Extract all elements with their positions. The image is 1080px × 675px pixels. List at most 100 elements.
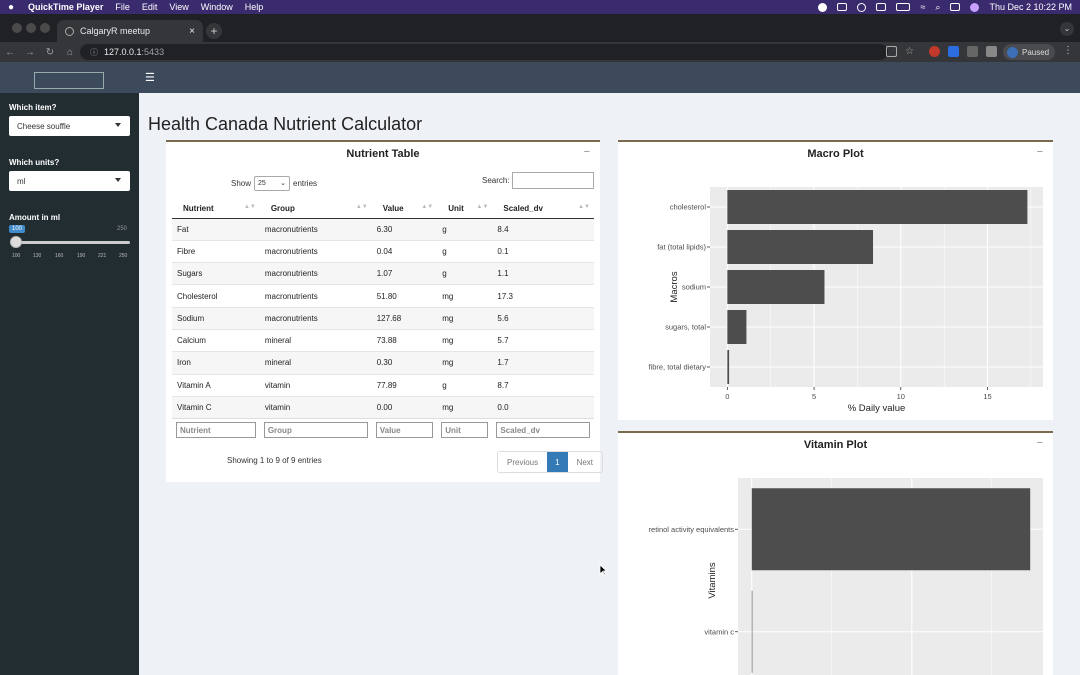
browser-toolbar: ← → ↻ ⌂ ⓘ 127.0.0.1 :5433 ☆ Paused ⋮ — [0, 42, 1080, 62]
wifi-icon[interactable]: ≈ — [920, 2, 925, 12]
slider-tick: 160 — [55, 253, 64, 259]
entries-select[interactable]: 25 ⌄ — [254, 176, 291, 191]
item-select[interactable]: Cheese souffle — [9, 116, 130, 136]
car-icon[interactable] — [876, 3, 887, 11]
timer-icon[interactable] — [857, 2, 867, 12]
cell-unit: g — [437, 239, 493, 263]
column-header-nutrient[interactable]: Nutrient ▲▼ — [172, 199, 260, 219]
search-label: Search: — [482, 176, 510, 185]
cell-unit: g — [437, 373, 493, 397]
cell-unit: mg — [437, 306, 493, 330]
column-header-value[interactable]: Value ▲▼ — [371, 199, 438, 219]
url-port: :5433 — [141, 47, 165, 57]
show-label: Show — [231, 179, 252, 188]
vitamin-plot: retinol activity equivalents vitamin c Vit… — [649, 478, 1043, 675]
display-icon[interactable] — [837, 3, 848, 11]
table-header-row: Nutrient ▲▼ Group ▲▼ Value ▲▼ Unit ▲▼ Scaled… — [172, 199, 594, 219]
window-minimize-icon[interactable] — [26, 23, 36, 33]
page-1-button[interactable]: 1 — [547, 452, 568, 472]
previous-page-button[interactable]: Previous — [498, 452, 547, 472]
slider-max-label: 250 — [117, 226, 128, 232]
sort-icon: ▲▼ — [578, 204, 590, 210]
filter-input-nutrient[interactable]: Nutrient — [176, 422, 256, 439]
menu-view[interactable]: View — [169, 2, 188, 12]
filter-input-value[interactable]: Value — [375, 422, 434, 439]
cell-value: 1.07 — [371, 262, 438, 285]
cell-group: vitamin — [259, 373, 372, 397]
reload-icon[interactable]: ↻ — [40, 47, 60, 58]
column-header-label: Unit — [448, 203, 464, 213]
cell-group: vitamin — [259, 395, 372, 419]
browser-menu-icon[interactable]: ⋮ — [1063, 45, 1073, 56]
next-page-button[interactable]: Next — [568, 452, 602, 472]
cell-value: 0.00 — [371, 395, 438, 419]
filter-input-scaled-dv[interactable]: Scaled_dv — [496, 422, 590, 439]
menu-window[interactable]: Window — [201, 2, 233, 12]
extension-new-icon[interactable] — [948, 46, 959, 57]
extensions-puzzle-icon[interactable] — [986, 46, 997, 57]
collapse-box-icon[interactable]: − — [584, 146, 590, 158]
extension-red-icon[interactable] — [929, 46, 940, 57]
filter-input-unit[interactable]: Unit — [441, 422, 489, 439]
control-center-icon[interactable] — [950, 3, 961, 11]
collapse-box-icon[interactable]: − — [1037, 437, 1043, 449]
share-icon[interactable] — [886, 46, 897, 57]
window-close-icon[interactable] — [12, 23, 22, 33]
menu-app-name[interactable]: QuickTime Player — [28, 2, 103, 12]
collapse-box-icon[interactable]: − — [1037, 146, 1043, 158]
sort-icon: ▲▼ — [355, 204, 368, 210]
y-axis-title: Vitamins — [707, 562, 718, 599]
filter-input-group[interactable]: Group — [263, 422, 368, 439]
shield-icon[interactable] — [967, 46, 978, 57]
menubar-clock[interactable]: Thu Dec 2 10:22 PM — [989, 2, 1072, 12]
chevron-down-icon — [115, 123, 121, 127]
siri-icon[interactable] — [970, 2, 980, 12]
apple-menu-icon[interactable]: ● — [8, 2, 18, 13]
amount-slider-track[interactable] — [16, 241, 130, 244]
home-icon[interactable]: ⌂ — [60, 47, 80, 58]
sort-icon: ▲▼ — [421, 204, 434, 210]
y-tick-label: retinol activity equivalents — [649, 525, 735, 534]
forward-arrow-icon[interactable]: → — [20, 47, 40, 58]
column-header-group[interactable]: Group ▲▼ — [259, 199, 372, 219]
bar — [727, 190, 1028, 224]
battery-icon[interactable] — [896, 3, 911, 11]
cell-group: macronutrients — [259, 306, 372, 330]
y-axis-title: Macros — [669, 271, 680, 302]
box-title: Vitamin Plot — [803, 439, 868, 451]
profile-button[interactable]: Paused — [1003, 44, 1055, 60]
cell-nutrient: Fat — [172, 217, 260, 241]
amount-slider-handle[interactable] — [10, 236, 22, 248]
search-icon[interactable]: ⌕ — [935, 2, 940, 13]
close-tab-icon[interactable]: × — [189, 26, 195, 37]
cell-group: macronutrients — [259, 262, 372, 285]
cell-scaled-dv: 5.6 — [492, 306, 594, 330]
slider-tick: 221 — [98, 253, 107, 259]
slider-tick: 190 — [77, 253, 86, 259]
menu-file[interactable]: File — [115, 2, 130, 12]
site-info-icon[interactable]: ⓘ — [90, 47, 98, 58]
address-bar[interactable]: ⓘ 127.0.0.1 :5433 — [80, 44, 888, 60]
search-input[interactable] — [512, 172, 594, 189]
x-tick-label: 0 — [725, 392, 729, 401]
cell-nutrient: Sodium — [172, 306, 260, 330]
units-select[interactable]: ml — [9, 171, 130, 191]
sidebar-toggle-icon[interactable]: ☰ — [145, 71, 155, 84]
cell-scaled-dv: 1.7 — [492, 351, 594, 375]
bookmark-star-icon[interactable]: ☆ — [905, 46, 916, 57]
column-header-unit[interactable]: Unit ▲▼ — [437, 199, 493, 219]
screen-recording-icon[interactable] — [818, 2, 828, 12]
back-arrow-icon[interactable]: ← — [0, 47, 20, 58]
cell-scaled-dv: 17.3 — [492, 284, 594, 308]
new-tab-button[interactable]: + — [206, 23, 222, 39]
tab-search-chevron-icon[interactable]: ⌄ — [1060, 22, 1074, 36]
menu-edit[interactable]: Edit — [142, 2, 158, 12]
cell-unit: mg — [437, 284, 493, 308]
column-header-scaled-dv[interactable]: Scaled_dv ▲▼ — [492, 199, 594, 219]
page-title: Health Canada Nutrient Calculator — [148, 114, 423, 134]
tab-title: CalgaryR meetup — [80, 26, 151, 36]
browser-tab[interactable]: CalgaryR meetup × — [57, 20, 203, 42]
menu-help[interactable]: Help — [245, 2, 264, 12]
cell-value: 73.88 — [371, 328, 438, 352]
window-zoom-icon[interactable] — [40, 23, 50, 33]
